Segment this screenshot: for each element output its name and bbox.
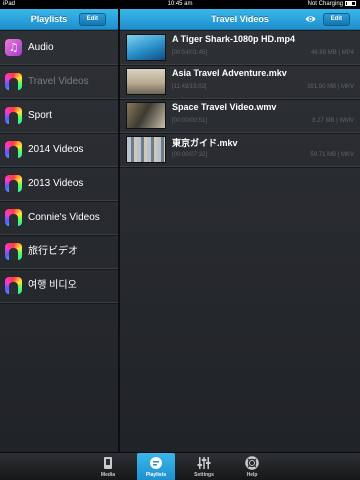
video-thumbnail: [126, 68, 166, 95]
video-title: Space Travel Video.wmv: [172, 102, 277, 112]
video-duration: [00:54/01:45]: [172, 50, 208, 56]
music-icon: [5, 39, 22, 56]
playlist-item[interactable]: 2013 Videos: [0, 167, 118, 201]
video-icon: [5, 175, 22, 192]
status-time: 10:45 am: [167, 1, 193, 7]
playlist-item-label: 여행 비디오: [28, 280, 77, 291]
playlist-item[interactable]: 旅行ビデオ: [0, 235, 118, 269]
playlist-item[interactable]: Connie's Videos: [0, 201, 118, 235]
media-icon: [104, 457, 112, 469]
video-size: 46.88 MB | MP4: [311, 50, 354, 56]
playlist-item-label: 2014 Videos: [28, 144, 84, 155]
tab-media[interactable]: Media: [89, 453, 127, 480]
video-thumbnail: [126, 34, 166, 61]
video-item[interactable]: Space Travel Video.wmv [00:00/00:51] 8.27 …: [120, 99, 360, 133]
playlists-edit-button[interactable]: Edit: [78, 13, 106, 26]
playlist-item[interactable]: 여행 비디오: [0, 269, 118, 303]
video-icon: [5, 209, 22, 226]
video-icon: [5, 73, 22, 90]
settings-sliders-icon: [197, 457, 211, 469]
playlist-icon: [150, 457, 162, 469]
video-duration: [00:00/07:32]: [172, 152, 208, 158]
status-bar: iPad 10:45 am Not Charging: [0, 0, 360, 9]
playlists-title: Playlists: [30, 14, 68, 24]
video-thumbnail: [126, 102, 166, 129]
playlist-item[interactable]: 2014 Videos: [0, 133, 118, 167]
video-title: 東京ガイド.mkv: [172, 138, 238, 148]
tab-playlists[interactable]: Playlists: [137, 453, 175, 480]
playlists-nav-bar: Playlists Edit: [0, 9, 118, 30]
video-duration: [00:00/00:51]: [172, 118, 208, 124]
videos-nav-bar: Travel Videos Edit: [120, 9, 360, 30]
playlists-pane: Audio Travel Videos Sport 2014 Videos 2013 V…: [0, 31, 118, 452]
videos-edit-button[interactable]: Edit: [322, 13, 350, 26]
playlist-item-label: Audio: [28, 42, 54, 53]
tab-playlists-label: Playlists: [145, 472, 167, 478]
help-lifebuoy-icon: [245, 456, 259, 470]
playlist-item[interactable]: Travel Videos: [0, 65, 118, 99]
battery-icon: [345, 0, 356, 6]
video-item[interactable]: A Tiger Shark-1080p HD.mp4 [00:54/01:45] 4…: [120, 31, 360, 65]
video-size: 391.90 MB | MKV: [307, 84, 354, 90]
battery-label: Not Charging: [307, 1, 343, 7]
playlist-item[interactable]: Audio: [0, 31, 118, 65]
playlist-item-label: Sport: [28, 110, 52, 121]
video-size: 59.71 MB | MKV: [310, 152, 354, 158]
playlist-item[interactable]: Sport: [0, 99, 118, 133]
video-icon: [5, 277, 22, 294]
tab-media-label: Media: [100, 472, 116, 478]
tab-bar: Media Playlists Settings Help: [0, 452, 360, 480]
eye-icon[interactable]: [305, 15, 316, 23]
playlist-item-label: Travel Videos: [28, 76, 89, 87]
video-title: Asia Travel Adventure.mkv: [172, 68, 287, 78]
playlist-item-label: 旅行ビデオ: [28, 246, 78, 257]
video-title: A Tiger Shark-1080p HD.mp4: [172, 34, 296, 44]
battery-status: Not Charging: [308, 0, 356, 9]
tab-help[interactable]: Help: [233, 453, 271, 480]
video-size: 8.27 MB | WMV: [312, 118, 354, 124]
video-item[interactable]: 東京ガイド.mkv [00:00/07:32] 59.71 MB | MKV: [120, 133, 360, 167]
video-thumbnail: [126, 136, 166, 163]
playlist-item-label: Connie's Videos: [28, 212, 100, 223]
video-icon: [5, 141, 22, 158]
videos-pane: A Tiger Shark-1080p HD.mp4 [00:54/01:45] 4…: [120, 31, 360, 452]
video-duration: [11:43/15:02]: [172, 84, 207, 90]
video-icon: [5, 243, 22, 260]
tab-help-label: Help: [246, 472, 258, 478]
tab-settings[interactable]: Settings: [185, 453, 223, 480]
playlist-item-label: 2013 Videos: [28, 178, 84, 189]
tab-settings-label: Settings: [194, 472, 214, 478]
video-icon: [5, 107, 22, 124]
video-item[interactable]: Asia Travel Adventure.mkv [11:43/15:02] 39…: [120, 65, 360, 99]
